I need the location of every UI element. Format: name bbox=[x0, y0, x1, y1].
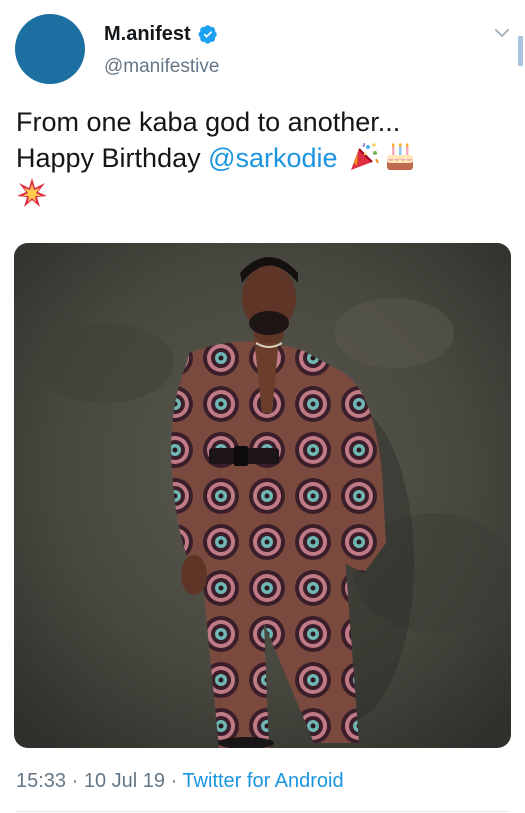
handle[interactable]: @manifestive bbox=[104, 55, 219, 79]
tweet-line-2: Happy Birthday @sarkodie bbox=[16, 140, 506, 176]
display-name[interactable]: M.anifest bbox=[104, 22, 191, 46]
tweet-meta: 15:33 · 10 Jul 19 · Twitter for Android bbox=[16, 768, 344, 794]
tweet-source-link[interactable]: Twitter for Android bbox=[182, 770, 343, 792]
tweet-line-1: From one kaba god to another... bbox=[16, 107, 401, 137]
tweet-photo[interactable] bbox=[14, 243, 511, 748]
chevron-down-icon[interactable] bbox=[493, 26, 511, 40]
author-name-row: M.anifest bbox=[104, 22, 218, 46]
tweet-text: From one kaba god to another... Happy Bi… bbox=[16, 104, 506, 212]
meta-separator: · bbox=[165, 770, 183, 792]
photo-image-icon bbox=[14, 243, 511, 748]
avatar[interactable] bbox=[15, 14, 85, 84]
birthday-cake-icon bbox=[384, 141, 416, 173]
tweet-line-3 bbox=[16, 176, 506, 212]
mention-link[interactable]: @sarkodie bbox=[208, 143, 337, 173]
tweet-date: 10 Jul 19 bbox=[83, 770, 166, 792]
divider bbox=[16, 811, 509, 812]
meta-separator: · bbox=[66, 770, 84, 792]
sparkle-burst-icon bbox=[16, 177, 48, 209]
scrollbar[interactable] bbox=[518, 36, 523, 66]
tweet-time: 15:33 bbox=[16, 770, 67, 792]
party-popper-icon bbox=[348, 141, 380, 173]
tweet-line-2-prefix: Happy Birthday bbox=[16, 143, 209, 173]
verified-badge-icon bbox=[198, 25, 217, 44]
